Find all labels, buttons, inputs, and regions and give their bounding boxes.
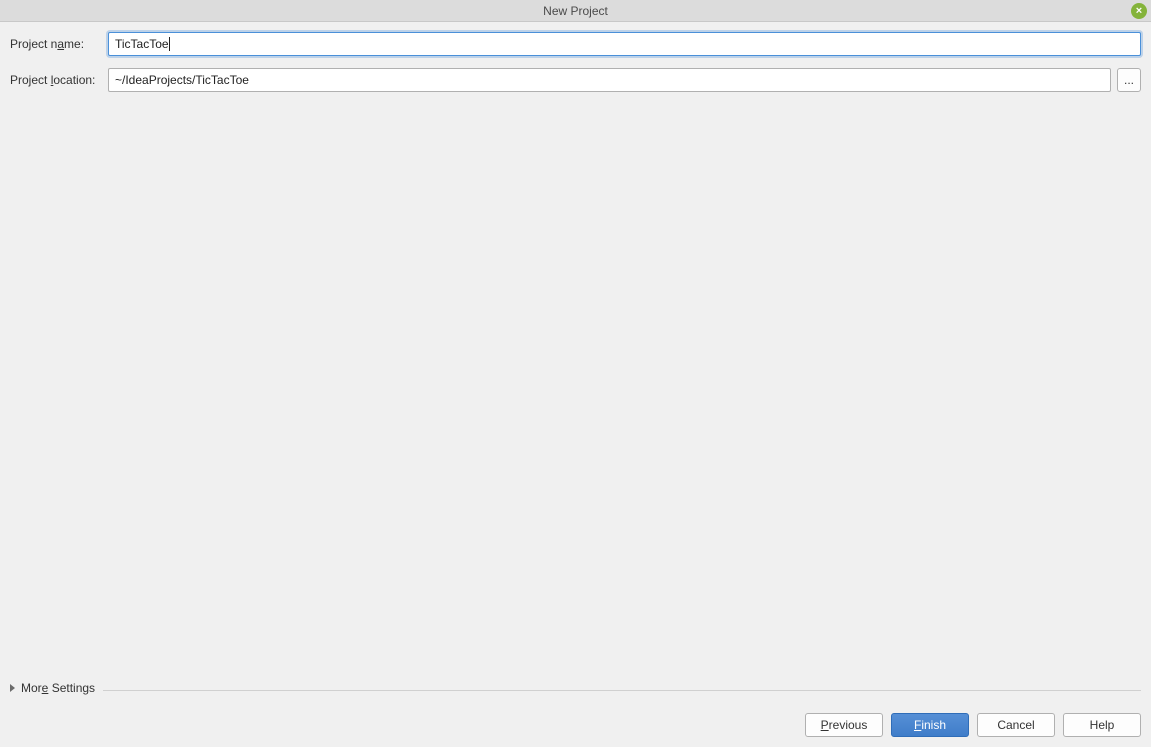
close-icon[interactable]: × <box>1131 3 1147 19</box>
previous-button[interactable]: Previous <box>805 713 883 737</box>
more-settings-toggle[interactable]: More Settings <box>10 677 95 699</box>
project-location-label: Project location: <box>10 73 108 87</box>
browse-button[interactable]: ... <box>1117 68 1141 92</box>
project-location-input[interactable] <box>108 68 1111 92</box>
cancel-button[interactable]: Cancel <box>977 713 1055 737</box>
text-cursor <box>169 37 170 51</box>
help-button[interactable]: Help <box>1063 713 1141 737</box>
chevron-right-icon <box>10 684 15 692</box>
more-settings-label: More Settings <box>21 681 95 695</box>
divider <box>103 690 1141 691</box>
titlebar: New Project × <box>0 0 1151 22</box>
spacer <box>10 104 1141 677</box>
finish-button[interactable]: Finish <box>891 713 969 737</box>
project-location-row: Project location: ... <box>10 68 1141 92</box>
button-bar: Previous Finish Cancel Help <box>0 703 1151 747</box>
project-name-input[interactable]: TicTacToe <box>108 32 1141 56</box>
project-name-row: Project name: TicTacToe <box>10 32 1141 56</box>
project-name-label: Project name: <box>10 37 108 51</box>
dialog-content: Project name: TicTacToe Project location… <box>0 22 1151 703</box>
window-title: New Project <box>543 4 608 18</box>
more-settings-row: More Settings <box>10 677 1141 703</box>
